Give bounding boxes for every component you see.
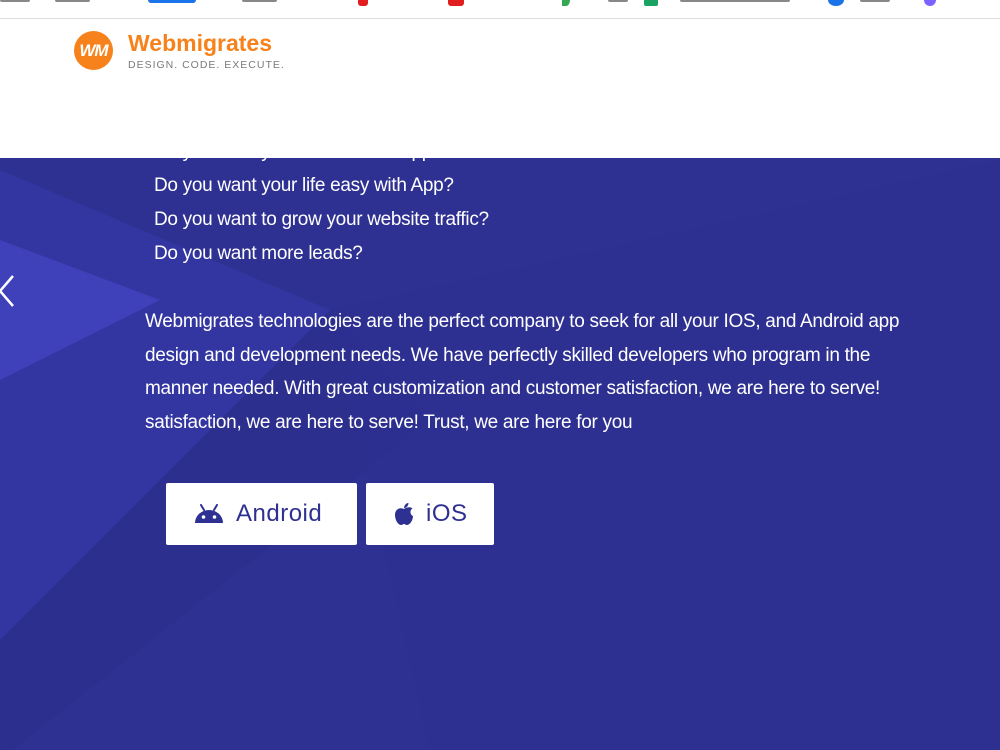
intro-paragraph: Webmigrates technologies are the perfect… bbox=[145, 305, 945, 439]
bookmark-item[interactable] bbox=[242, 0, 277, 2]
logo-mark-icon: WM bbox=[74, 31, 113, 70]
bookmark-item[interactable] bbox=[680, 0, 790, 2]
maps-icon[interactable] bbox=[562, 0, 570, 6]
bookmark-icon[interactable] bbox=[924, 0, 936, 6]
bookmark-item[interactable] bbox=[55, 0, 90, 2]
paragraph-line: Webmigrates technologies are the perfect… bbox=[145, 311, 900, 332]
bookmark-item[interactable] bbox=[860, 0, 890, 2]
bookmark-item[interactable] bbox=[608, 0, 628, 2]
bookmark-item[interactable] bbox=[0, 0, 30, 2]
bookmark-icon[interactable] bbox=[358, 0, 368, 6]
question-line: Do you want to grow your website traffic… bbox=[154, 209, 489, 230]
site-header: WM Webmigrates DESIGN. CODE. EXECUTE. bbox=[0, 19, 1000, 158]
bookmark-item[interactable] bbox=[148, 0, 196, 3]
youtube-icon[interactable] bbox=[448, 0, 464, 6]
paragraph-line: design and development needs. We have pe… bbox=[145, 344, 871, 366]
ios-button[interactable]: iOS bbox=[366, 483, 494, 545]
bookmark-icon[interactable] bbox=[828, 0, 844, 6]
android-button-label: Android bbox=[236, 500, 323, 527]
brand-name: Webmigrates bbox=[128, 30, 273, 56]
apple-icon bbox=[394, 502, 414, 526]
chevron-left-icon bbox=[0, 275, 16, 312]
sheets-icon[interactable] bbox=[644, 0, 658, 6]
logo-text: Webmigrates DESIGN. CODE. EXECUTE. bbox=[128, 31, 285, 71]
question-line: Do you want your life easy with App? bbox=[154, 175, 454, 196]
android-icon bbox=[194, 504, 224, 524]
slider-prev-button[interactable] bbox=[0, 274, 16, 313]
site-logo[interactable]: WM Webmigrates DESIGN. CODE. EXECUTE. bbox=[74, 31, 285, 71]
bookmarks-bar bbox=[0, 0, 1000, 19]
brand-tagline: DESIGN. CODE. EXECUTE. bbox=[128, 59, 285, 71]
paragraph-line: satisfaction, we are here to serve! Trus… bbox=[145, 411, 633, 433]
ios-button-label: iOS bbox=[426, 500, 468, 527]
android-button[interactable]: Android bbox=[166, 483, 357, 545]
question-line: Do you want more leads? bbox=[154, 243, 363, 264]
paragraph-line: manner needed. With great customization … bbox=[145, 378, 881, 399]
